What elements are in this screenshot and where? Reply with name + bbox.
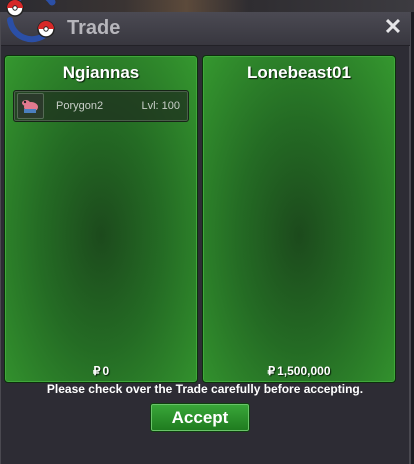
money-offer-self: ₽0 — [5, 364, 197, 378]
trade-panel-self: Ngiannas Porygon2 Lvl: 100 ₽0 — [4, 55, 198, 383]
pokemon-level: Lvl: 100 — [141, 100, 180, 112]
accept-button[interactable]: Accept — [150, 403, 250, 432]
pokemon-name: Porygon2 — [56, 100, 104, 112]
money-amount-self: 0 — [102, 364, 110, 378]
pokeball-logo-icon — [2, 0, 60, 44]
trade-notice: Please check over the Trade carefully be… — [46, 382, 364, 396]
pokedollar-icon: ₽ — [92, 364, 101, 378]
window-title: Trade — [67, 17, 121, 39]
trade-window: Trade ✕ Ngiannas Porygon2 Lvl: 100 ₽0 Lo… — [0, 12, 411, 464]
close-icon[interactable]: ✕ — [382, 16, 404, 38]
player-name-self: Ngiannas — [62, 63, 140, 82]
pokedollar-icon: ₽ — [267, 364, 276, 378]
title-bar[interactable]: Trade ✕ — [1, 12, 410, 46]
player-name-partner: Lonebeast01 — [247, 63, 351, 82]
trade-item-slot[interactable]: Porygon2 Lvl: 100 — [13, 90, 189, 122]
money-amount-partner: 1,500,000 — [277, 364, 331, 378]
money-offer-partner: ₽1,500,000 — [203, 364, 395, 378]
porygon2-icon — [17, 93, 44, 119]
background-strip — [0, 0, 414, 12]
trade-panel-partner: Lonebeast01 ₽1,500,000 — [202, 55, 396, 383]
